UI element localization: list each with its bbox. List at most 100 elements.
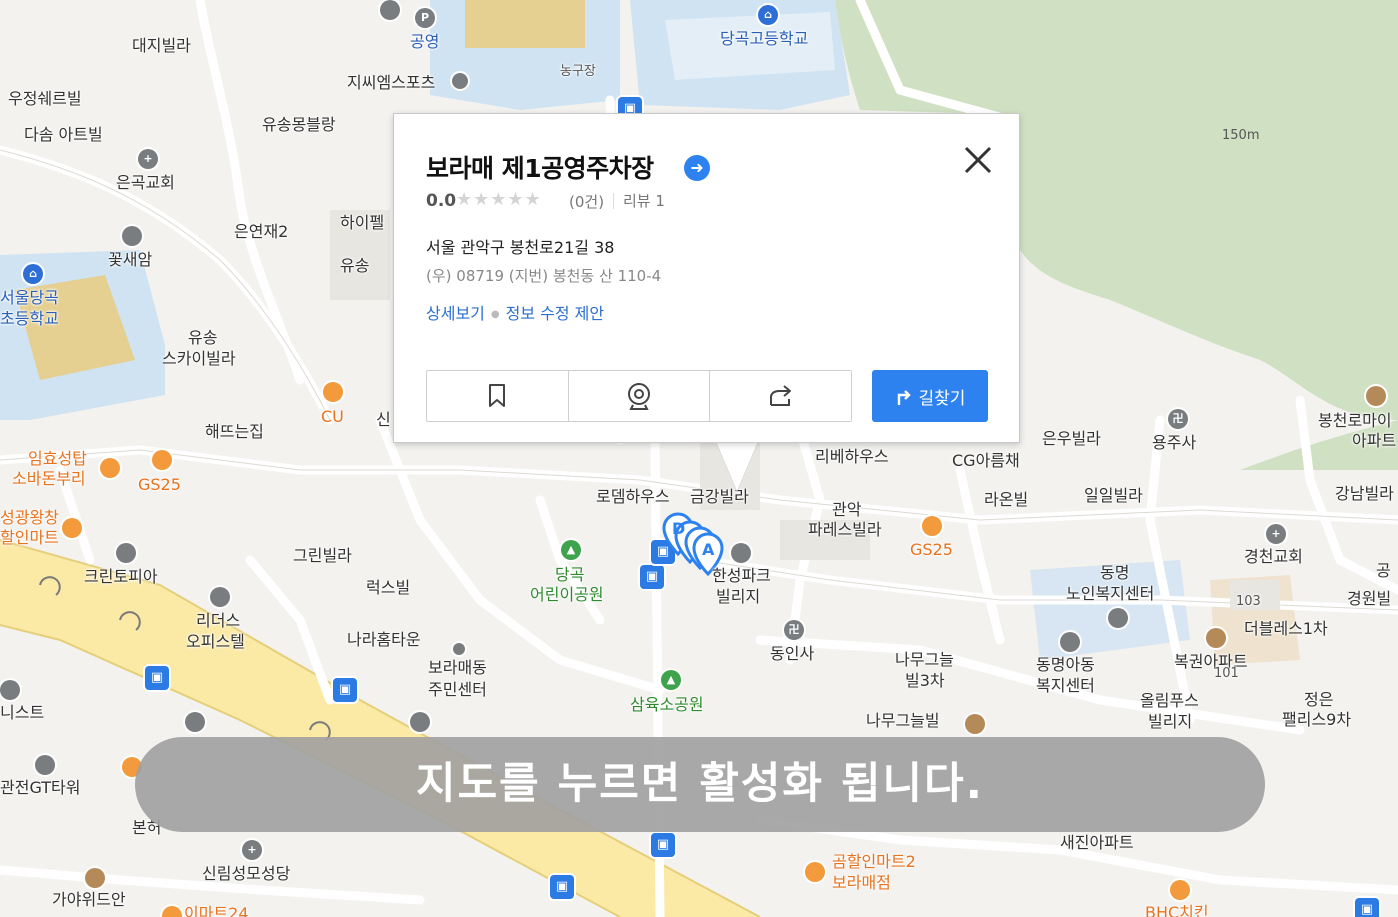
popup-action-bar: [426, 370, 852, 422]
arrow-right-icon[interactable]: ➜: [684, 155, 710, 181]
church-icon[interactable]: +: [242, 840, 262, 860]
map-label: 성광왕창: [0, 508, 59, 527]
map-label: 다솜 아트빌: [24, 125, 103, 144]
map-label: 101: [1214, 666, 1239, 681]
church-icon[interactable]: +: [138, 149, 158, 169]
map-label: 강남빌라: [1335, 484, 1394, 503]
bookmark-button[interactable]: [427, 371, 569, 421]
map-label: 곰할인마트2: [832, 852, 916, 871]
map-label: 리베하우스: [815, 447, 889, 466]
map-label: 유송: [340, 256, 370, 275]
map-label: 복지센터: [1036, 676, 1095, 695]
bus-stop-icon[interactable]: ▣: [333, 678, 357, 702]
map-label: 관전GT타워: [0, 778, 81, 797]
map-label: 팰리스9차: [1282, 710, 1352, 729]
park-icon[interactable]: ▲: [661, 670, 681, 690]
bus-stop-icon[interactable]: ▣: [651, 833, 675, 857]
map-label: 당곡: [555, 565, 585, 584]
svg-text:D: D: [672, 519, 685, 538]
poi-icon[interactable]: [380, 0, 400, 20]
star-rating-icon: ★★★★★: [456, 189, 542, 210]
restaurant-icon[interactable]: [100, 458, 120, 478]
map-label: 나무그늘빌: [866, 711, 940, 730]
map-label: 가야위드안: [52, 890, 126, 909]
laundry-icon[interactable]: [116, 543, 136, 563]
suggest-edit-link[interactable]: 정보 수정 제안: [506, 304, 605, 323]
convenience-store-icon[interactable]: [323, 382, 343, 402]
map-label: 초등학교: [0, 309, 59, 328]
map-label: 나라홈타운: [347, 630, 421, 649]
map-label: 보라매점: [832, 873, 891, 892]
building-icon[interactable]: [185, 712, 205, 732]
map-label: 빌3차: [905, 671, 945, 690]
bus-stop-icon[interactable]: ▣: [1355, 898, 1379, 917]
detail-link[interactable]: 상세보기: [426, 304, 485, 323]
building-icon[interactable]: [0, 680, 20, 700]
map-label: 할인마트: [0, 528, 59, 547]
church-icon[interactable]: +: [1266, 524, 1286, 544]
place-postal-lot: (우) 08719 (지번) 봉천동 산 110-4: [426, 267, 662, 285]
map-scale-label: 150m: [1222, 128, 1260, 143]
bus-stop-icon[interactable]: ▣: [145, 666, 169, 690]
school-icon[interactable]: ⌂: [23, 264, 43, 284]
building-icon[interactable]: [410, 712, 430, 732]
place-address: 서울 관악구 봉천로21길 38: [426, 238, 615, 257]
apartment-icon[interactable]: [1366, 386, 1386, 406]
directions-button[interactable]: 길찾기: [872, 370, 988, 422]
convenience-store-icon[interactable]: [152, 450, 172, 470]
apartment-icon[interactable]: [965, 714, 985, 734]
parking-icon[interactable]: P: [415, 8, 435, 28]
popup-pointer: [715, 439, 759, 491]
building-icon[interactable]: [731, 543, 751, 563]
temple-icon[interactable]: 卍: [784, 620, 804, 640]
map-label: 대지빌라: [132, 36, 191, 55]
map-label: 로뎀하우스: [596, 487, 670, 506]
community-center-icon[interactable]: [453, 643, 465, 655]
map-label: CG아름채: [952, 451, 1020, 470]
share-button[interactable]: [710, 371, 851, 421]
activate-map-banner[interactable]: 지도를 누르면 활성화 됩니다.: [135, 737, 1265, 832]
map-label: 꽃새암: [108, 250, 153, 269]
mart-icon[interactable]: [62, 518, 82, 538]
place-title[interactable]: 보라매 제1공영주차장: [426, 149, 654, 185]
map-label: 봉천로마이: [1318, 411, 1392, 430]
temple-icon[interactable]: 卍: [1168, 409, 1188, 429]
bus-stop-icon[interactable]: ▣: [550, 875, 574, 899]
map-label: 올림푸스: [1140, 691, 1199, 710]
map-label: 어린이공원: [530, 585, 604, 604]
review-link[interactable]: 리뷰 1: [623, 190, 665, 211]
map-label: 은우빌라: [1042, 429, 1101, 448]
roadview-camera-icon: [628, 383, 650, 410]
map-label: 농구장: [560, 64, 596, 79]
park-icon[interactable]: ▲: [561, 540, 581, 560]
sports-icon[interactable]: [452, 73, 468, 89]
building-icon[interactable]: [210, 587, 230, 607]
building-icon[interactable]: [35, 755, 55, 775]
map-label: 동명: [1100, 563, 1130, 582]
map-label: 해뜨는집: [205, 422, 264, 441]
map-label: 그린빌라: [293, 546, 352, 565]
building-icon[interactable]: [1060, 632, 1080, 652]
roadview-button[interactable]: [569, 371, 711, 421]
apartment-icon[interactable]: [1206, 628, 1226, 648]
map-label: 임효성탑: [28, 449, 87, 468]
map-label: 라온빌: [984, 490, 1029, 509]
map-label: 파레스빌라: [808, 520, 882, 539]
rating-score: 0.0: [426, 191, 457, 211]
map-label: 하이펠: [340, 213, 385, 232]
map-label: 경원빌: [1347, 589, 1392, 608]
map-label: 은연재2: [234, 222, 289, 241]
place-info-popup: 보라매 제1공영주차장 ➜ 0.0 ★★★★★ (0건) 리뷰 1 서울 관악구…: [393, 113, 1020, 443]
map-label: 삼육소공원: [630, 695, 704, 714]
apartment-icon[interactable]: [85, 868, 105, 888]
map-label: 용주사: [1152, 433, 1197, 452]
school-icon[interactable]: ⌂: [758, 5, 778, 25]
popup-links: 상세보기 ● 정보 수정 제안: [426, 304, 605, 323]
convenience-store-icon[interactable]: [922, 516, 942, 536]
restaurant-icon[interactable]: [1170, 880, 1190, 900]
shop-icon[interactable]: [122, 226, 142, 246]
map-label: 당곡고등학교: [720, 29, 809, 48]
building-icon[interactable]: [1108, 608, 1128, 628]
close-icon[interactable]: [960, 142, 996, 178]
mart-icon[interactable]: [805, 862, 825, 882]
